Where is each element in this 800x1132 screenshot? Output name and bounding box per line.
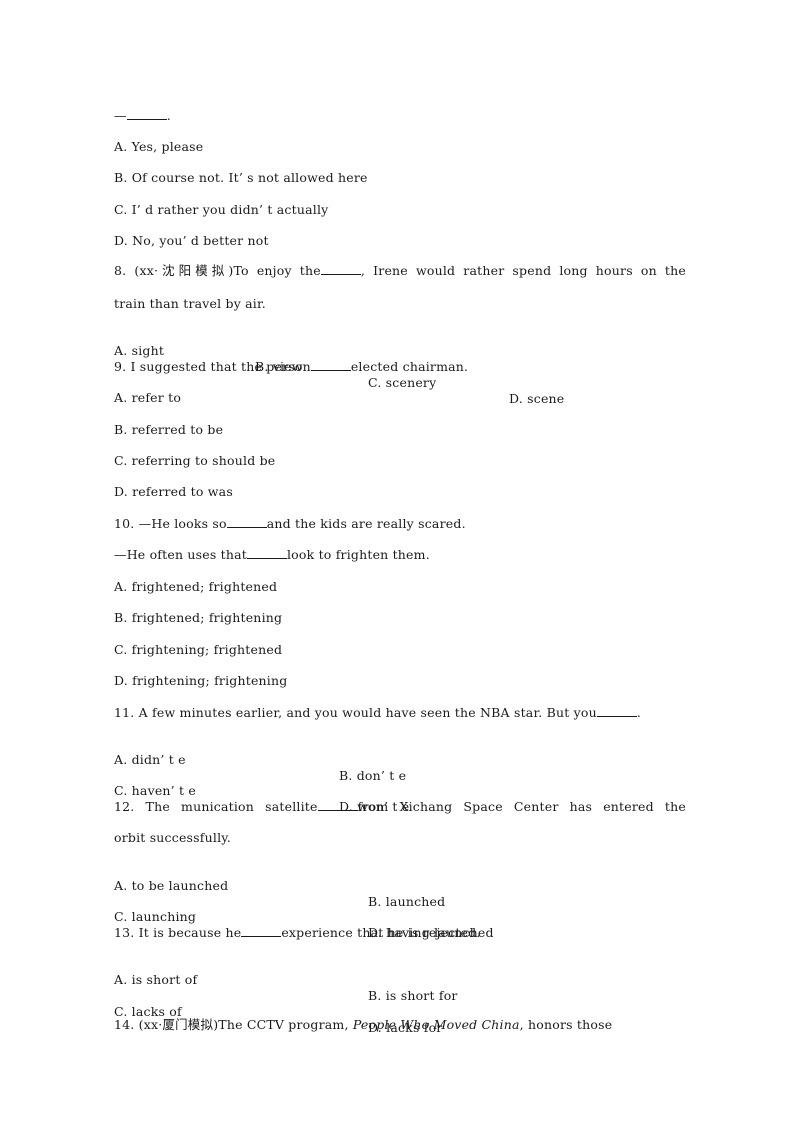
period: .	[166, 108, 171, 123]
answer-blank	[226, 516, 267, 528]
q11-stem-suffix: .	[636, 705, 642, 720]
q10-option-d: D. frightening; frightening	[114, 673, 288, 688]
answer-blank	[596, 705, 637, 717]
q10-option-a: A. frightened; frightened	[114, 579, 278, 594]
q10-option-c: C. frightening; frightened	[114, 642, 283, 657]
q12-stem-suffix: from Xichang Space Center has entered th…	[357, 799, 687, 814]
q10-stem-line2: —He often uses that look to frighten them…	[114, 547, 430, 563]
q13-stem-suffix: experience that he is rejected.	[281, 925, 481, 940]
q9-option-b: B. referred to be	[114, 422, 224, 437]
q13-option-a: A. is short of	[114, 972, 198, 987]
q10-line2-prefix: —He often uses that	[114, 547, 247, 562]
q7-option-c: C. I’ d rather you didn’ t actually	[114, 202, 329, 217]
q8-stem-suffix: , Irene would rather spend long hours on…	[360, 263, 686, 278]
answer-blank	[317, 799, 358, 811]
q10-line1-suffix: and the kids are really scared.	[266, 516, 466, 531]
q7-option-b: B. Of course not. It’ s not allowed here	[114, 170, 368, 185]
q12-stem: 12. The munication satellite from Xichang…	[114, 799, 686, 815]
q9-option-a: A. refer to	[114, 390, 182, 405]
q8-stem-prefix: 8. (xx·沈阳模拟)To enjoy the	[114, 263, 321, 278]
q14-stem-suffix: , honors those	[519, 1017, 613, 1032]
answer-blank	[310, 359, 351, 371]
q12-stem-line2: orbit successfully.	[114, 830, 232, 845]
answer-blank	[320, 263, 361, 275]
answer-blank	[246, 547, 287, 559]
q14-stem: 14. (xx·厦门模拟)The CCTV program, People Wh…	[114, 1017, 612, 1033]
q8-options: A. sight B. view C. scenery D. scene	[0, 327, 800, 423]
q8-stem: 8. (xx·沈阳模拟)To enjoy the , Irene would ra…	[114, 263, 686, 279]
q9-option-d: D. referred to was	[114, 484, 233, 499]
q8-stem-line2: train than travel by air.	[114, 296, 266, 311]
q9-stem: 9. I suggested that the person elected ch…	[114, 359, 468, 375]
q13-stem-prefix: 13. It is because he	[114, 925, 242, 940]
dash: —	[114, 108, 127, 123]
q10-stem-line1: 10. —He looks so and the kids are really …	[114, 516, 466, 532]
q8-option-a: A. sight	[114, 343, 165, 358]
q12-option-a: A. to be launched	[114, 878, 229, 893]
q10-line2-suffix: look to frighten them.	[286, 547, 430, 562]
q8-option-c: C. scenery	[368, 375, 437, 390]
q12-option-c: C. launching	[114, 909, 197, 924]
q8-option-d: D. scene	[509, 391, 565, 406]
q10-line1-prefix: 10. —He looks so	[114, 516, 227, 531]
document-page: —. A. Yes, please B. Of course not. It’ …	[0, 0, 800, 1132]
q13-stem: 13. It is because he experience that he i…	[114, 925, 481, 941]
answer-blank	[241, 925, 282, 937]
q9-stem-suffix: elected chairman.	[350, 359, 469, 374]
q9-option-c: C. referring to should be	[114, 453, 276, 468]
q11-stem: 11. A few minutes earlier, and you would…	[114, 705, 641, 721]
answer-blank	[126, 108, 167, 120]
q14-program-title: People Who Moved China	[352, 1017, 520, 1032]
q9-stem-prefix: 9. I suggested that the person	[114, 359, 311, 374]
q12-stem-prefix: 12. The munication satellite	[114, 799, 318, 814]
q10-option-b: B. frightened; frightening	[114, 610, 283, 625]
q7-answer-line: —.	[114, 108, 171, 124]
q14-stem-prefix: 14. (xx·厦门模拟)The CCTV program,	[114, 1017, 353, 1032]
q7-option-d: D. No, you’ d better not	[114, 233, 269, 248]
q11-stem-prefix: 11. A few minutes earlier, and you would…	[114, 705, 597, 720]
q11-option-a: A. didn’ t e	[114, 752, 186, 767]
q11-option-c: C. haven’ t e	[114, 783, 197, 798]
q7-option-a: A. Yes, please	[114, 139, 204, 154]
